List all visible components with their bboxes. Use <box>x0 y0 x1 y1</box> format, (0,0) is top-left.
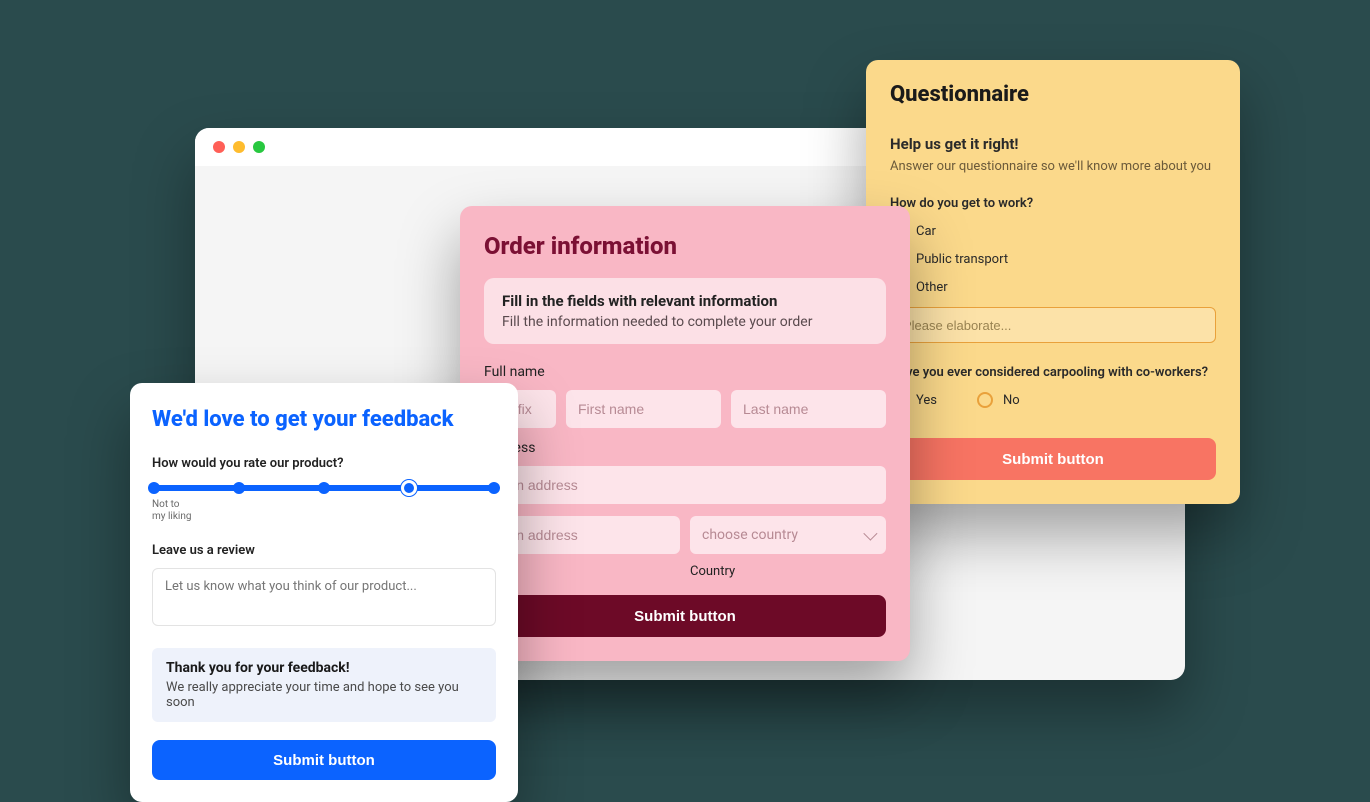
q2-option-no[interactable]: No <box>977 392 1020 408</box>
country-label: Country <box>690 564 886 579</box>
window-zoom-dot[interactable] <box>253 141 265 153</box>
slider-min-label: Not to my liking <box>152 499 496 523</box>
slider-tick <box>318 482 330 494</box>
chevron-down-icon <box>863 527 877 541</box>
review-textarea[interactable] <box>152 568 496 626</box>
q1-option-label: Other <box>916 280 948 295</box>
first-name-input[interactable] <box>566 390 721 428</box>
feedback-submit-button[interactable]: Submit button <box>152 740 496 780</box>
q1-option-car[interactable]: Car <box>890 223 1216 239</box>
country-select[interactable]: choose country <box>690 516 886 554</box>
rating-slider[interactable] <box>154 485 494 491</box>
feedback-title: We'd love to get your feedback <box>152 407 496 432</box>
questionnaire-card: Questionnaire Help us get it right! Answ… <box>866 60 1240 504</box>
questionnaire-submit-button[interactable]: Submit button <box>890 438 1216 480</box>
country-select-placeholder: choose country <box>702 527 798 543</box>
slider-tick <box>488 482 500 494</box>
thankyou-box: Thank you for your feedback! We really a… <box>152 648 496 722</box>
address-label: Address <box>484 440 886 456</box>
slider-tick <box>148 482 160 494</box>
window-close-dot[interactable] <box>213 141 225 153</box>
review-label: Leave us a review <box>152 543 496 558</box>
q1-option-other[interactable]: Other <box>890 279 1216 295</box>
order-title: Order information <box>484 232 886 260</box>
q1-option-label: Public transport <box>916 252 1008 267</box>
order-submit-button[interactable]: Submit button <box>484 595 886 637</box>
fullname-label: Full name <box>484 364 886 380</box>
address-line1-input[interactable] <box>484 466 886 504</box>
questionnaire-subtext: Answer our questionnaire so we'll know m… <box>890 159 1216 174</box>
q2-option-label: No <box>1003 393 1020 408</box>
window-minimize-dot[interactable] <box>233 141 245 153</box>
questionnaire-title: Questionnaire <box>890 82 1216 107</box>
order-info-box: Fill in the fields with relevant informa… <box>484 278 886 344</box>
slider-tick <box>233 482 245 494</box>
order-info-title: Fill in the fields with relevant informa… <box>502 292 868 310</box>
order-card: Order information Fill in the fields wit… <box>460 206 910 661</box>
thankyou-title: Thank you for your feedback! <box>166 660 482 676</box>
q1-option-public-transport[interactable]: Public transport <box>890 251 1216 267</box>
thankyou-sub: We really appreciate your time and hope … <box>166 680 482 710</box>
radio-icon <box>977 392 993 408</box>
questionnaire-q2-label: Have you ever considered carpooling with… <box>890 365 1216 380</box>
questionnaire-subhead: Help us get it right! <box>890 135 1216 153</box>
slider-thumb[interactable] <box>401 480 417 496</box>
order-info-sub: Fill the information needed to complete … <box>502 314 868 330</box>
q2-option-label: Yes <box>916 393 937 408</box>
feedback-q1-label: How would you rate our product? <box>152 456 496 471</box>
feedback-card: We'd love to get your feedback How would… <box>130 383 518 802</box>
elaborate-input[interactable] <box>890 307 1216 343</box>
questionnaire-q1-label: How do you get to work? <box>890 196 1216 211</box>
q1-option-label: Car <box>916 224 936 239</box>
last-name-input[interactable] <box>731 390 886 428</box>
